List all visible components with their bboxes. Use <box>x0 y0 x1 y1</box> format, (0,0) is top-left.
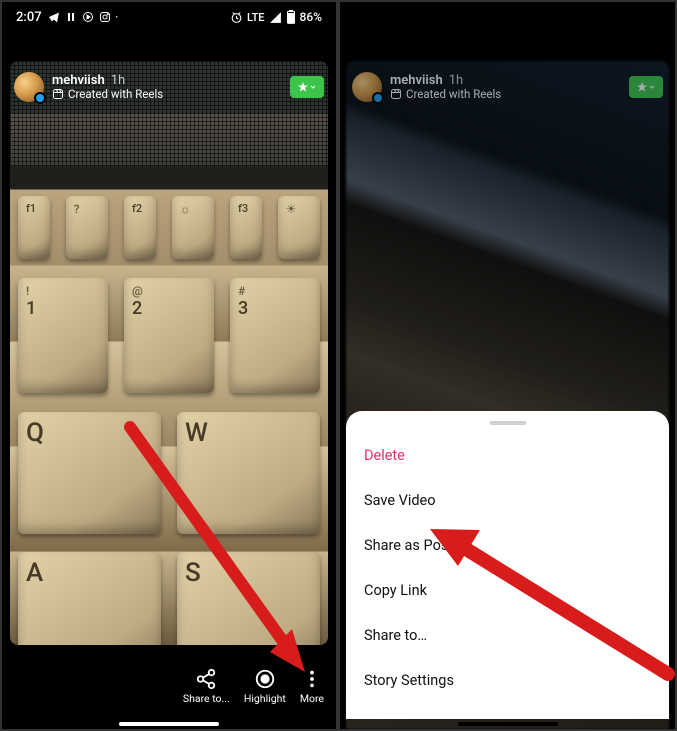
key: W <box>177 412 320 534</box>
instagram-icon <box>99 11 111 23</box>
star-icon <box>297 81 309 93</box>
telegram-icon <box>48 11 60 23</box>
verified-badge-icon <box>34 92 46 104</box>
key: Q <box>18 412 161 534</box>
timestamp: 1h <box>111 74 125 88</box>
circle-play-icon <box>82 11 94 23</box>
pause-icon <box>65 11 77 23</box>
avatar[interactable] <box>352 72 382 102</box>
battery-icon <box>286 10 296 24</box>
story-user[interactable]: mehviish 1h Created with Reels <box>14 72 163 102</box>
story-settings-option[interactable]: Story Settings <box>346 658 669 703</box>
star-icon <box>636 81 648 93</box>
nav-pill[interactable] <box>458 722 558 726</box>
username: mehviish <box>390 74 443 88</box>
close-friends-badge[interactable] <box>290 76 324 98</box>
story-user[interactable]: mehviish 1h Created with Reels <box>352 72 501 102</box>
more-button[interactable]: More <box>300 668 324 705</box>
sheet-handle[interactable] <box>490 421 526 425</box>
alarm-icon <box>230 11 243 24</box>
screen-left-story: 2:07 • LTE 86% f1 ? f2 ☼ f3 ☀ <box>0 0 338 731</box>
story-header: mehviish 1h Created with Reels <box>14 72 324 102</box>
key: f2 <box>124 196 156 259</box>
more-label: More <box>300 692 324 705</box>
highlight-button[interactable]: Highlight <box>244 668 286 705</box>
subtitle: Created with Reels <box>68 88 163 101</box>
chevron-down-icon <box>309 83 317 91</box>
reels-icon <box>52 88 64 100</box>
story-content-photo[interactable]: f1 ? f2 ☼ f3 ☀ !1 @2 #3 Q W A S <box>10 61 328 645</box>
key: f1 <box>18 196 50 259</box>
key: A <box>18 552 161 645</box>
copy-link-option[interactable]: Copy Link <box>346 568 669 613</box>
story-header: mehviish 1h Created with Reels <box>352 72 663 102</box>
close-friends-badge[interactable] <box>629 76 663 98</box>
key: ☼ <box>172 196 214 259</box>
status-app-icons: • <box>48 11 118 23</box>
signal-icon <box>269 11 282 24</box>
share-icon <box>195 668 217 690</box>
more-bottom-sheet: Delete Save Video Share as Post… Copy Li… <box>346 411 669 719</box>
timestamp: 1h <box>449 74 463 88</box>
save-video-option[interactable]: Save Video <box>346 478 669 523</box>
status-left: 2:07 • <box>16 10 118 25</box>
nav-pill[interactable] <box>119 722 219 726</box>
screen-right-sheet: mehviish 1h Created with Reels Delete Sa… <box>338 0 677 731</box>
status-right: LTE 86% <box>230 10 322 24</box>
delete-option[interactable]: Delete <box>346 433 669 478</box>
battery-text: 86% <box>300 10 322 24</box>
key: !1 <box>18 278 108 394</box>
key: f3 <box>230 196 262 259</box>
verified-badge-icon <box>372 92 384 104</box>
key: #3 <box>230 278 320 394</box>
key: @2 <box>124 278 214 394</box>
avatar[interactable] <box>14 72 44 102</box>
subtitle: Created with Reels <box>406 88 501 101</box>
key: S <box>177 552 320 645</box>
key: ☀ <box>278 196 320 259</box>
share-to-button[interactable]: Share to... <box>183 668 230 705</box>
username: mehviish <box>52 74 105 88</box>
highlight-label: Highlight <box>244 692 286 705</box>
share-to-label: Share to... <box>183 692 230 705</box>
reels-icon <box>390 88 402 100</box>
highlight-icon <box>254 668 276 690</box>
more-icon <box>301 668 323 690</box>
status-time: 2:07 <box>16 10 42 25</box>
key: ? <box>66 196 108 259</box>
story-bottom-toolbar: Share to... Highlight More <box>2 653 336 719</box>
status-bar: 2:07 • LTE 86% <box>2 2 336 32</box>
network-label: LTE <box>247 11 265 24</box>
chevron-down-icon <box>648 83 656 91</box>
share-as-post-option[interactable]: Share as Post… <box>346 523 669 568</box>
share-to-option[interactable]: Share to… <box>346 613 669 658</box>
